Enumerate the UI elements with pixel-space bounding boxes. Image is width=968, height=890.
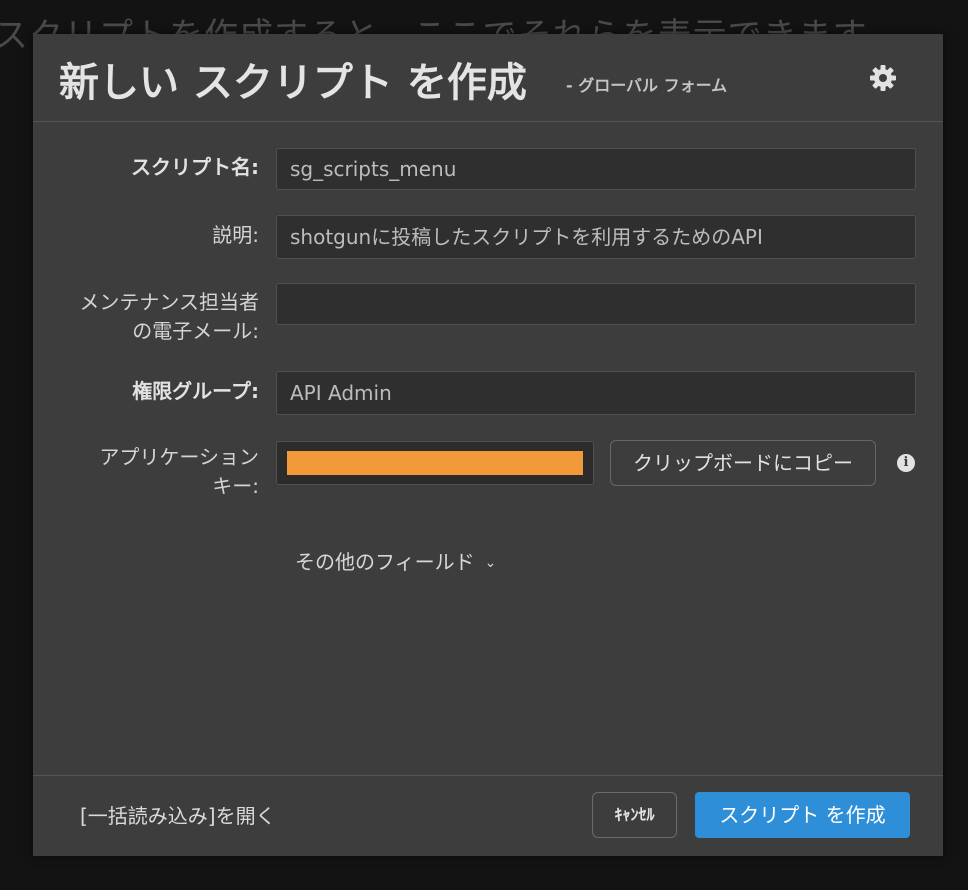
- dialog-header: 新しい スクリプト を作成 - グローバル フォーム: [33, 34, 943, 122]
- maintainer-email-input[interactable]: [276, 283, 916, 325]
- more-fields-toggle[interactable]: その他のフィールド ⌄: [295, 546, 496, 575]
- copy-to-clipboard-button[interactable]: クリップボードにコピー: [610, 440, 876, 486]
- dialog-subtitle: - グローバル フォーム: [566, 76, 728, 95]
- application-key-label-line1: アプリケーション: [99, 445, 259, 469]
- dialog-footer: [一括読み込み]を開く ｷｬﾝｾﾙ スクリプト を作成: [33, 775, 943, 857]
- maintainer-email-label: メンテナンス担当者 の電子メール:: [39, 288, 259, 346]
- description-label: 説明:: [212, 223, 259, 247]
- redacted-key: [287, 451, 583, 475]
- dialog-title: 新しい スクリプト を作成: [59, 60, 527, 106]
- description-input[interactable]: shotgunに投稿したスクリプトを利用するためのAPI: [276, 215, 916, 259]
- permission-group-select[interactable]: API Admin: [276, 371, 916, 415]
- maintainer-email-label-line2: の電子メール:: [132, 319, 259, 343]
- create-script-button[interactable]: スクリプト を作成: [695, 792, 910, 838]
- script-name-input[interactable]: sg_scripts_menu: [276, 148, 916, 190]
- permission-group-label: 権限グループ:: [132, 379, 259, 403]
- create-script-dialog: 新しい スクリプト を作成 - グローバル フォーム スクリプト名: sg_sc…: [33, 34, 943, 856]
- chevron-down-icon: ⌄: [484, 555, 497, 571]
- cancel-button[interactable]: ｷｬﾝｾﾙ: [592, 792, 677, 838]
- application-key-label: アプリケーション キー:: [39, 443, 259, 501]
- gear-icon[interactable]: [867, 62, 899, 94]
- script-name-label: スクリプト名:: [131, 155, 259, 179]
- info-icon[interactable]: i: [897, 454, 915, 472]
- bulk-import-link[interactable]: [一括読み込み]を開く: [80, 800, 276, 829]
- maintainer-email-label-line1: メンテナンス担当者: [79, 290, 259, 314]
- application-key-label-line2: キー:: [212, 474, 259, 498]
- application-key-field[interactable]: [276, 441, 594, 485]
- more-fields-label: その他のフィールド: [295, 550, 475, 574]
